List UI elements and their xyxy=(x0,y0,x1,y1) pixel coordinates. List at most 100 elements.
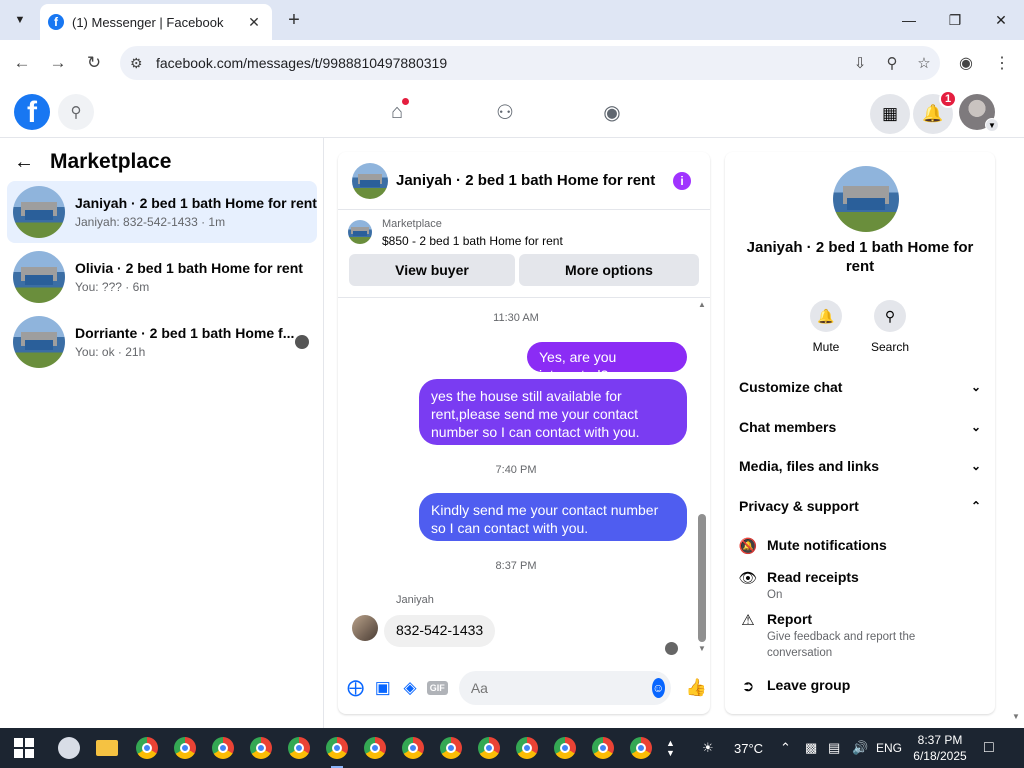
temperature[interactable]: 37°C xyxy=(734,728,763,768)
conversation-item[interactable]: Olivia · 2 bed 1 bath Home for rent You:… xyxy=(7,246,317,308)
account-avatar[interactable]: ▼ xyxy=(959,94,999,132)
search-button[interactable]: ⚲ Search xyxy=(860,300,920,354)
report-option[interactable]: ⚠ Report Give feedback and report the co… xyxy=(737,611,983,661)
message-input-box[interactable]: ☺ xyxy=(458,671,671,705)
chrome-icon[interactable] xyxy=(247,734,275,762)
window-close-icon[interactable]: ✕ xyxy=(978,0,1024,40)
search-icon[interactable]: ⚲ xyxy=(58,94,94,130)
leave-group-option[interactable]: ➲ Leave group xyxy=(737,677,983,695)
message-composer: ⨁ ▣ ◈ GIF ☺ 👍 xyxy=(338,668,710,708)
menu-icon[interactable]: ⋮ xyxy=(989,50,1015,76)
photo-icon[interactable]: ▣ xyxy=(369,674,396,702)
like-thumb-icon[interactable]: 👍 xyxy=(683,674,710,702)
browser-tab[interactable]: f (1) Messenger | Facebook ✕ xyxy=(40,4,272,40)
chrome-icon[interactable] xyxy=(399,734,427,762)
conversation-item[interactable]: Janiyah · 2 bed 1 bath Home for rent Jan… xyxy=(7,181,317,243)
chrome-icon[interactable] xyxy=(361,734,389,762)
chrome-icon[interactable] xyxy=(589,734,617,762)
chrome-icon[interactable] xyxy=(513,734,541,762)
read-receipts-option[interactable]: 👁 Read receipts On xyxy=(737,569,983,603)
outgoing-message[interactable]: Yes, are you interested? xyxy=(527,342,687,383)
url-text[interactable]: facebook.com/messages/t/9988810497880319 xyxy=(156,55,844,71)
chrome-icon[interactable] xyxy=(323,734,351,768)
file-explorer-icon[interactable] xyxy=(93,734,121,762)
groups-icon[interactable]: ◉ xyxy=(594,94,630,130)
sender-avatar[interactable] xyxy=(352,615,378,641)
chat-title[interactable]: Janiyah · 2 bed 1 bath Home for rent xyxy=(396,172,673,189)
zoom-icon[interactable]: ⚲ xyxy=(876,50,908,76)
forward-icon[interactable]: → xyxy=(45,50,71,76)
back-icon[interactable]: ← xyxy=(9,50,35,76)
clock[interactable]: 8:37 PM 6/18/2025 xyxy=(908,732,972,764)
close-icon[interactable]: ✕ xyxy=(246,14,262,30)
chat-scrollbar[interactable]: ▲ ▼ xyxy=(697,298,707,658)
chat-members-section[interactable]: Chat members ⌄ xyxy=(739,419,981,435)
scroll-up-icon[interactable]: ▲ xyxy=(697,300,707,309)
listing-thumbnail[interactable] xyxy=(348,220,372,244)
mute-notifications-option[interactable]: 🔕 Mute notifications xyxy=(737,537,983,555)
outgoing-message[interactable]: Kindly send me your contact number so I … xyxy=(419,493,687,541)
profile-icon[interactable]: ◉ xyxy=(953,50,979,76)
chrome-icon[interactable] xyxy=(551,734,579,762)
chrome-icon[interactable] xyxy=(285,734,313,762)
browser-toolbar: ← → ↻ ⚙ facebook.com/messages/t/99888104… xyxy=(0,40,1024,86)
notifications-icon[interactable]: 🔔 1 xyxy=(913,90,957,134)
chrome-icon[interactable] xyxy=(627,734,655,762)
listing-thumbnail[interactable] xyxy=(833,166,899,232)
bookmark-star-icon[interactable]: ☆ xyxy=(908,50,940,76)
sticker-icon[interactable]: ◈ xyxy=(396,674,423,702)
notifications-center-icon[interactable]: □ xyxy=(984,728,994,768)
marketplace-listing-card: Marketplace $850 - 2 bed 1 bath Home for… xyxy=(338,210,710,298)
message-input[interactable] xyxy=(470,680,652,696)
listing-thumbnail[interactable] xyxy=(352,162,388,199)
tab-search-icon[interactable]: ▼ xyxy=(8,8,32,32)
scrollbar-thumb[interactable] xyxy=(698,514,706,642)
more-options-button[interactable]: More options xyxy=(519,254,699,286)
app-icon[interactable] xyxy=(55,734,83,762)
camera-icon[interactable]: ▩ xyxy=(805,728,817,768)
back-arrow-icon[interactable]: ← xyxy=(14,151,42,174)
facebook-logo-icon[interactable]: f xyxy=(14,94,50,130)
network-icon[interactable]: ▤ xyxy=(828,728,840,768)
taskbar-scroll-icon[interactable]: ▲ ▼ xyxy=(666,728,675,768)
page-scroll-down-icon[interactable]: ▼ xyxy=(1012,712,1020,721)
privacy-support-section[interactable]: Privacy & support ⌃ xyxy=(739,498,981,514)
conversation-item[interactable]: Dorriante · 2 bed 1 bath Home f... You: … xyxy=(7,311,317,373)
weather-icon[interactable]: ☀ xyxy=(702,728,714,768)
address-bar[interactable]: ⚙ facebook.com/messages/t/99888104978803… xyxy=(120,46,940,80)
reload-icon[interactable]: ↻ xyxy=(81,50,107,76)
windows-start-icon[interactable] xyxy=(14,738,34,758)
chrome-icon[interactable] xyxy=(437,734,465,762)
chrome-icon[interactable] xyxy=(171,734,199,762)
friends-icon[interactable]: ⚇ xyxy=(487,94,523,130)
chrome-icon[interactable] xyxy=(133,734,161,762)
gif-icon[interactable]: GIF xyxy=(424,674,451,702)
media-files-section[interactable]: Media, files and links ⌄ xyxy=(739,458,981,474)
scroll-down-icon[interactable]: ▼ xyxy=(697,644,707,653)
incoming-message[interactable]: 832-542-1433 xyxy=(384,615,496,647)
view-buyer-button[interactable]: View buyer xyxy=(349,254,515,286)
listing-thumbnail xyxy=(13,186,65,238)
outgoing-message[interactable]: yes the house still available for rent,p… xyxy=(419,379,687,445)
mute-button[interactable]: 🔔 Mute xyxy=(796,300,856,354)
language-indicator[interactable]: ENG xyxy=(876,728,902,768)
new-tab-icon[interactable]: + xyxy=(282,8,306,32)
volume-icon[interactable]: 🔊 xyxy=(852,728,868,768)
plus-icon[interactable]: ⨁ xyxy=(342,674,369,702)
eye-icon: 👁 xyxy=(738,570,758,587)
listing-price[interactable]: $850 - 2 bed 1 bath Home for rent xyxy=(382,234,563,248)
chrome-icon[interactable] xyxy=(209,734,237,762)
customize-chat-section[interactable]: Customize chat ⌄ xyxy=(739,379,981,395)
maximize-icon[interactable]: ❐ xyxy=(932,0,978,40)
chrome-icon[interactable] xyxy=(475,734,503,762)
emoji-icon[interactable]: ☺ xyxy=(651,678,665,698)
install-icon[interactable]: ⇩ xyxy=(844,50,876,76)
minimize-icon[interactable]: — xyxy=(886,0,932,40)
tray-chevron-up-icon[interactable]: ⌃ xyxy=(780,728,791,768)
info-icon[interactable]: i xyxy=(673,171,691,190)
home-icon[interactable]: ⌂ xyxy=(379,94,415,130)
menu-grid-icon[interactable]: ▦ xyxy=(870,94,910,134)
search-label: Search xyxy=(870,340,910,354)
site-info-icon[interactable]: ⚙ xyxy=(130,55,150,72)
conversation-name: Janiyah · 2 bed 1 bath Home for rent xyxy=(75,195,317,211)
